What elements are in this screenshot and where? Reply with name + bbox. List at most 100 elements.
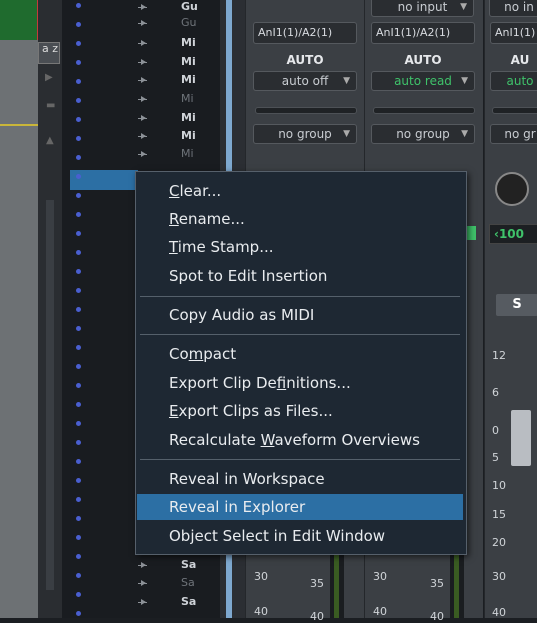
scale-tick: 10 xyxy=(492,479,506,492)
meter-tick: 30 xyxy=(254,570,268,583)
clip-icon xyxy=(136,19,148,27)
scale-tick: 6 xyxy=(492,386,499,399)
clip-name[interactable]: Sa xyxy=(181,576,195,589)
clip-dot xyxy=(76,117,81,122)
minus-icon[interactable]: ▬ xyxy=(46,100,55,111)
clip-dot xyxy=(76,307,81,312)
clip-name[interactable]: Mi xyxy=(181,55,196,68)
scale-tick: 0 xyxy=(492,424,499,437)
volume-fader[interactable] xyxy=(511,410,531,466)
context-menu: Clear... Rename... Time Stamp... Spot to Ed… xyxy=(135,171,467,555)
solo-button[interactable]: S xyxy=(496,294,537,316)
clip-dot xyxy=(76,554,81,559)
clip-name[interactable]: Mi xyxy=(181,73,196,86)
clip-dot xyxy=(76,611,81,616)
clip-dot xyxy=(76,478,81,483)
menu-separator xyxy=(140,459,460,460)
clip-dot xyxy=(76,516,81,521)
clip-name[interactable]: Mi xyxy=(181,147,194,160)
pan-knob[interactable] xyxy=(495,172,529,206)
clip-icon xyxy=(136,58,148,66)
input-selector[interactable]: no in xyxy=(489,0,537,17)
clip-dot xyxy=(76,535,81,540)
menu-item[interactable]: Recalculate Waveform Overviews xyxy=(137,427,463,453)
clip-list-toolbar: ▶ ▬ ▲ xyxy=(38,0,62,618)
track-green-region xyxy=(0,0,37,40)
clip-dot xyxy=(76,250,81,255)
clip-name[interactable]: Gu xyxy=(181,0,198,13)
green-indicator xyxy=(466,226,476,240)
menu-item[interactable]: Time Stamp... xyxy=(137,234,463,260)
automation-mode-selector[interactable]: auto read ▼ xyxy=(371,71,475,91)
io-selector[interactable]: AnI1(1)/A2(1) xyxy=(253,22,357,44)
sort-az-button[interactable]: a z xyxy=(38,42,60,64)
clip-icon xyxy=(136,95,148,103)
clip-dot xyxy=(76,459,81,464)
clip-icon xyxy=(136,132,148,140)
clip-icon xyxy=(136,3,148,11)
clip-dot xyxy=(76,383,81,388)
clip-dot xyxy=(76,402,81,407)
group-selector[interactable]: no group ▼ xyxy=(371,124,475,144)
menu-item[interactable]: Clear... xyxy=(137,178,463,204)
automation-label: AUTO xyxy=(404,53,442,67)
clip-name[interactable]: Mi xyxy=(181,92,194,105)
clip-dot xyxy=(76,231,81,236)
clip-dot xyxy=(76,212,81,217)
scale-tick: 12 xyxy=(492,349,506,362)
menu-item[interactable]: Reveal in Explorer xyxy=(137,494,463,520)
clip-icon xyxy=(136,114,148,122)
menu-separator xyxy=(140,296,460,297)
clip-dot xyxy=(76,22,81,27)
clip-icon xyxy=(136,150,148,158)
menu-separator xyxy=(140,334,460,335)
menu-item[interactable]: Copy Audio as MIDI xyxy=(137,302,463,328)
clip-dot xyxy=(76,174,81,179)
group-selector[interactable]: no gr xyxy=(490,124,537,144)
clip-dot xyxy=(76,364,81,369)
clip-icon xyxy=(136,598,148,606)
group-selector[interactable]: no group ▼ xyxy=(253,124,357,144)
automation-label: AUTO xyxy=(286,53,324,67)
menu-item[interactable]: Spot to Edit Insertion xyxy=(137,263,463,289)
clip-icon xyxy=(136,39,148,47)
input-selector[interactable]: no input ▼ xyxy=(371,0,474,17)
menu-item[interactable]: Compact xyxy=(137,341,463,367)
pan-value[interactable]: ‹100 xyxy=(489,224,537,244)
clip-name[interactable]: Gu xyxy=(181,16,197,29)
scale-tick: 40 xyxy=(492,606,506,619)
clip-icon xyxy=(136,76,148,84)
menu-item[interactable]: Export Clips as Files... xyxy=(137,398,463,424)
clip-name[interactable]: Sa xyxy=(181,595,196,608)
scale-tick: 30 xyxy=(492,570,506,583)
clip-name[interactable]: Mi xyxy=(181,111,196,124)
scale-tick: 20 xyxy=(492,536,506,549)
clip-dot xyxy=(76,573,81,578)
arrow-up-icon[interactable]: ▲ xyxy=(46,135,54,146)
menu-item[interactable]: Export Clip Definitions... xyxy=(137,370,463,396)
clip-name[interactable]: Sa xyxy=(181,558,196,571)
menu-item[interactable]: Rename... xyxy=(137,206,463,232)
menu-item[interactable]: Reveal in Workspace xyxy=(137,466,463,492)
arrow-right-icon[interactable]: ▶ xyxy=(45,72,53,83)
meter-tick: 30 xyxy=(373,570,387,583)
io-selector[interactable]: AnI1(1) xyxy=(490,22,537,44)
menu-item[interactable]: Object Select in Edit Window xyxy=(137,523,463,549)
selected-clip-row[interactable] xyxy=(70,170,138,190)
clip-dot xyxy=(76,155,81,160)
clip-icon xyxy=(136,579,148,587)
clip-dot xyxy=(76,269,81,274)
clip-dot xyxy=(76,288,81,293)
clip-dot xyxy=(76,497,81,502)
automation-label: AU xyxy=(510,53,530,67)
clip-dot xyxy=(76,592,81,597)
clip-dot xyxy=(76,136,81,141)
clip-name[interactable]: Mi xyxy=(181,36,196,49)
clip-dot xyxy=(76,421,81,426)
automation-mode-selector[interactable]: auto off ▼ xyxy=(253,71,357,91)
automation-mode-selector[interactable]: auto xyxy=(490,71,537,91)
edit-window-tracks xyxy=(0,0,38,618)
clip-name[interactable]: Mi xyxy=(181,129,196,142)
scrollbar[interactable] xyxy=(46,200,54,590)
io-selector[interactable]: AnI1(1)/A2(1) xyxy=(371,22,475,44)
